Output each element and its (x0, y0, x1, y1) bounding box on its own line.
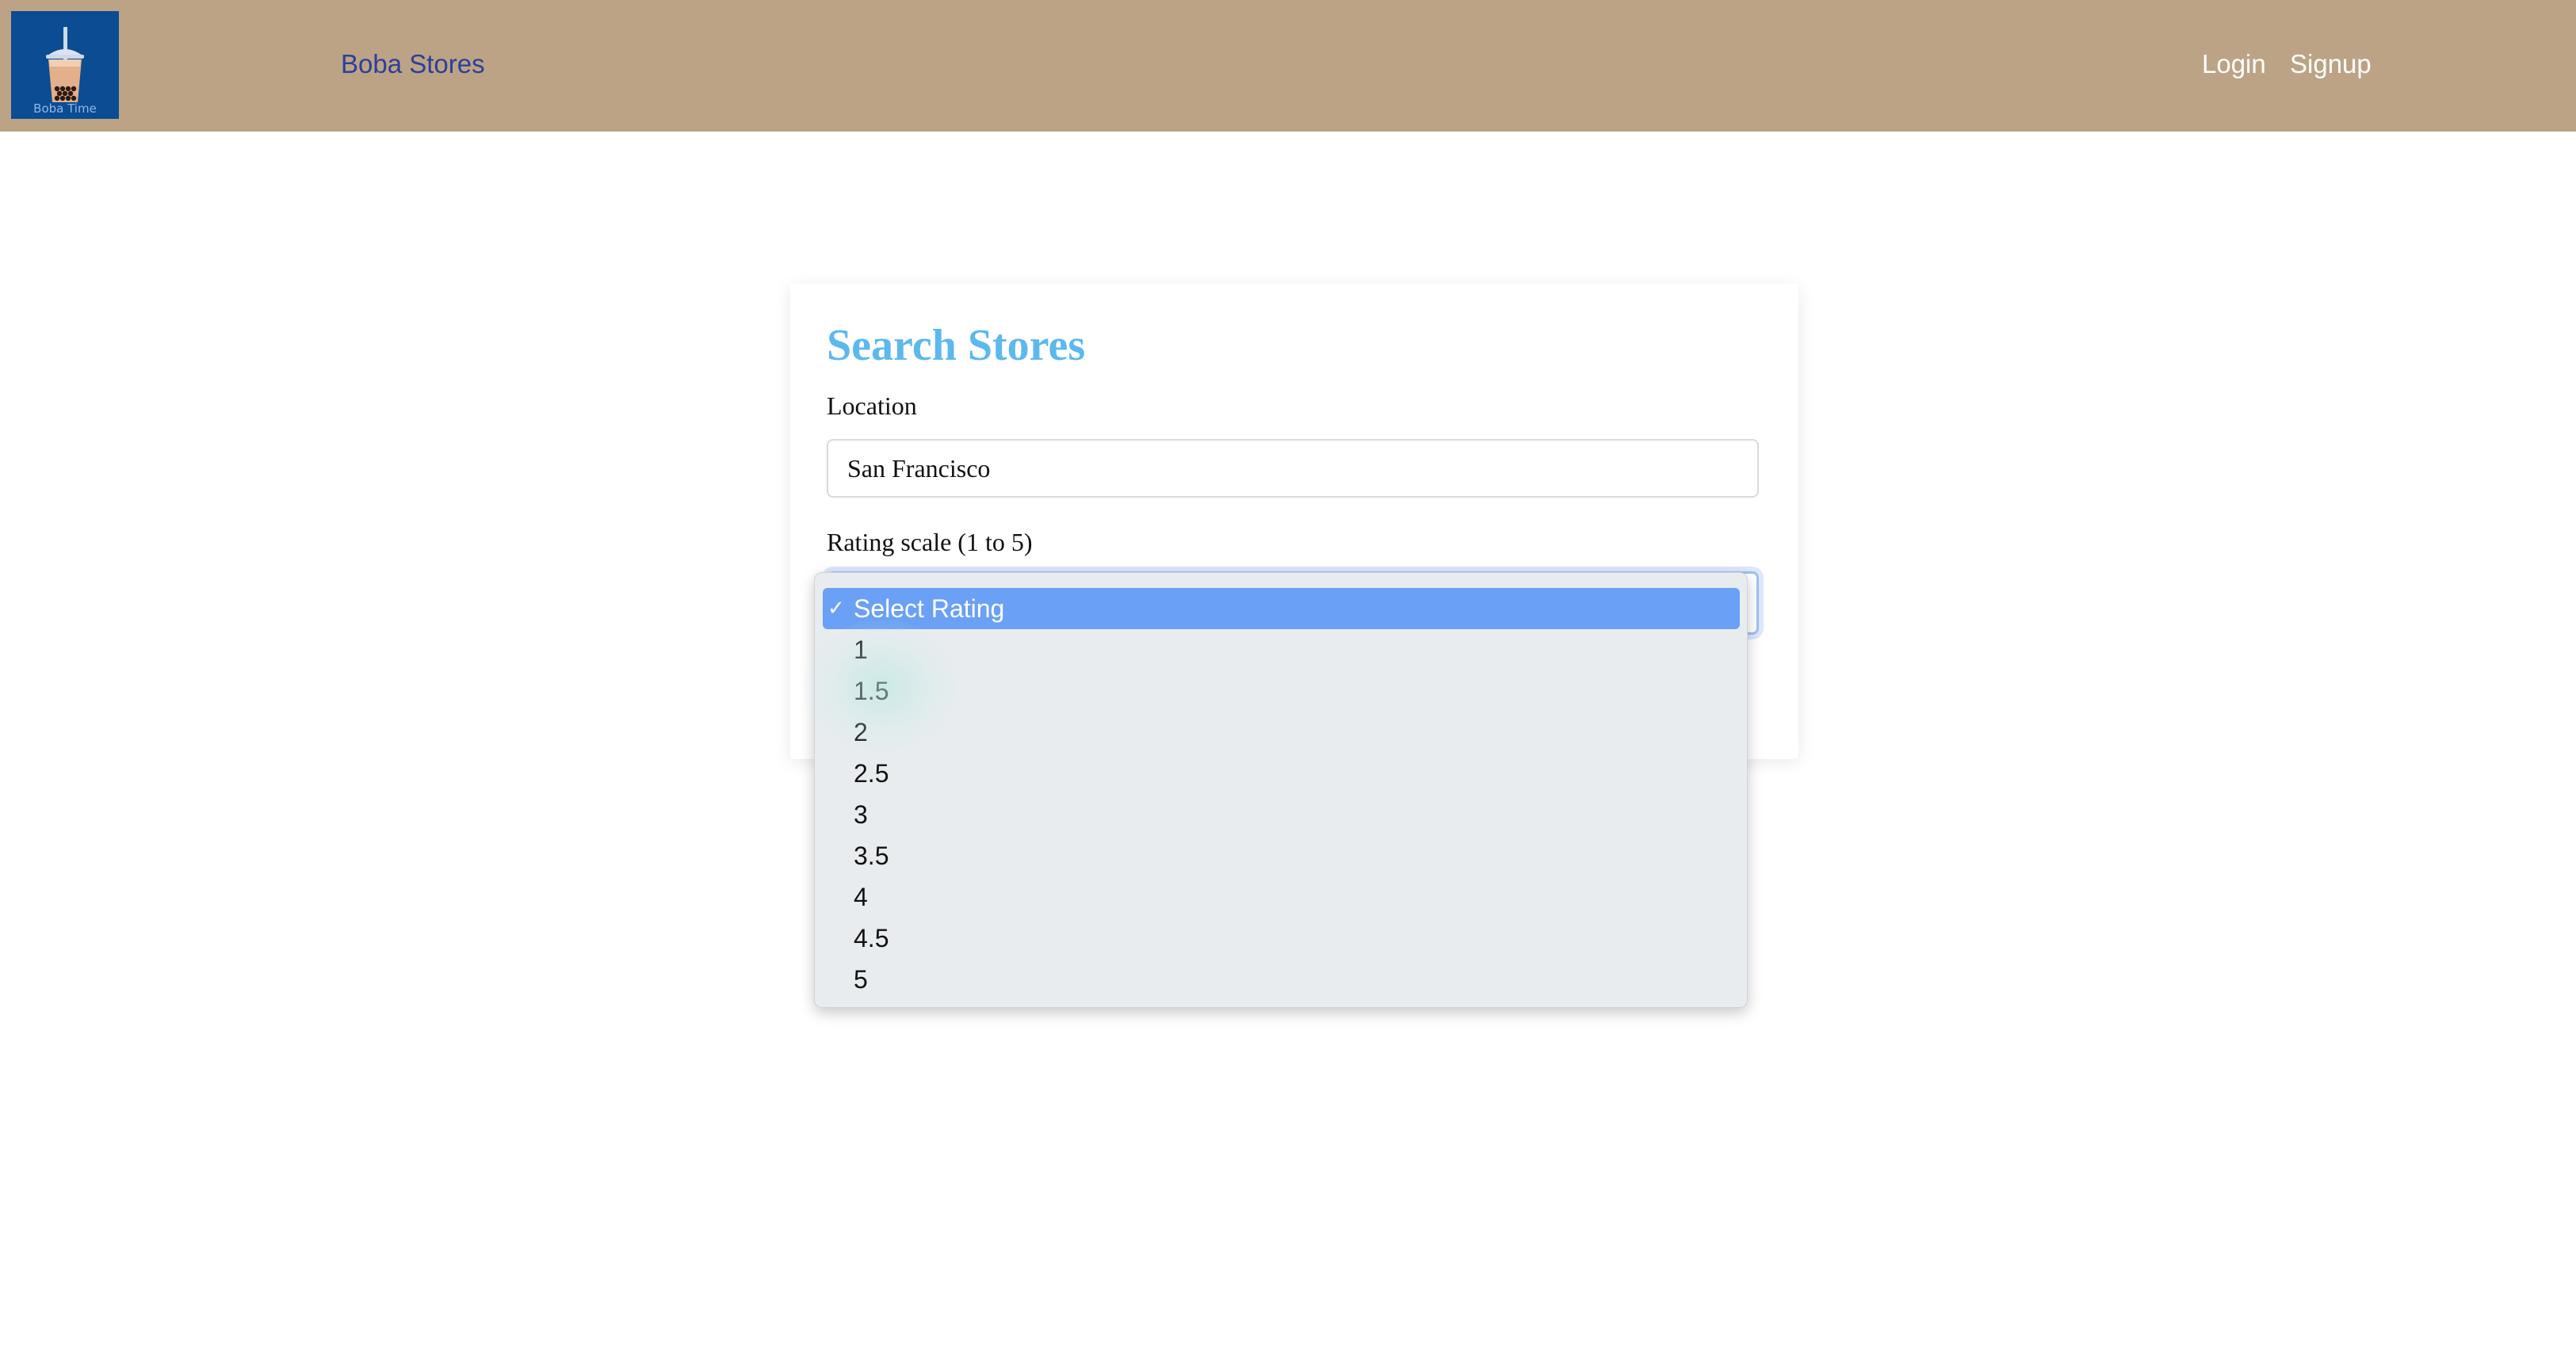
option-label: 2.5 (854, 759, 889, 788)
rating-option-4-5[interactable]: 4.5 (815, 918, 1747, 959)
navbar: Boba Time Boba Stores Login Signup (0, 0, 2576, 132)
option-label: 1.5 (854, 677, 889, 705)
rating-option-5[interactable]: 5 (815, 959, 1747, 1000)
checkmark-icon: ✓ (827, 597, 845, 620)
location-input[interactable] (827, 439, 1759, 498)
rating-option-1[interactable]: 1 (815, 629, 1747, 670)
boba-time-logo[interactable]: Boba Time (11, 11, 119, 119)
option-label: 2 (854, 718, 868, 746)
rating-option-1-5[interactable]: 1.5 (815, 670, 1747, 712)
rating-dropdown-list[interactable]: ✓ Select Rating 1 1.5 2 2.5 3 3.5 4 4.5 … (814, 572, 1748, 1008)
brand-link[interactable]: Boba Stores (341, 49, 485, 79)
option-label: 4 (854, 883, 868, 911)
rating-option-4[interactable]: 4 (815, 876, 1747, 918)
option-label: 3.5 (854, 842, 889, 870)
page-title: Search Stores (827, 321, 1086, 370)
option-label: 5 (854, 965, 868, 994)
logo-text: Boba Time (33, 101, 97, 116)
rating-option-3[interactable]: 3 (815, 794, 1747, 835)
rating-option-2-5[interactable]: 2.5 (815, 753, 1747, 794)
login-link[interactable]: Login (2202, 49, 2266, 79)
rating-option-3-5[interactable]: 3.5 (815, 835, 1747, 876)
rating-label: Rating scale (1 to 5) (827, 528, 1033, 556)
rating-option-select-rating[interactable]: ✓ Select Rating (815, 588, 1747, 629)
option-label: 3 (854, 800, 868, 829)
rating-option-2[interactable]: 2 (815, 712, 1747, 753)
location-label: Location (827, 391, 917, 420)
signup-link[interactable]: Signup (2290, 49, 2372, 79)
option-label: 4.5 (854, 924, 889, 952)
option-label: 1 (854, 636, 868, 664)
option-label: Select Rating (854, 594, 1005, 623)
